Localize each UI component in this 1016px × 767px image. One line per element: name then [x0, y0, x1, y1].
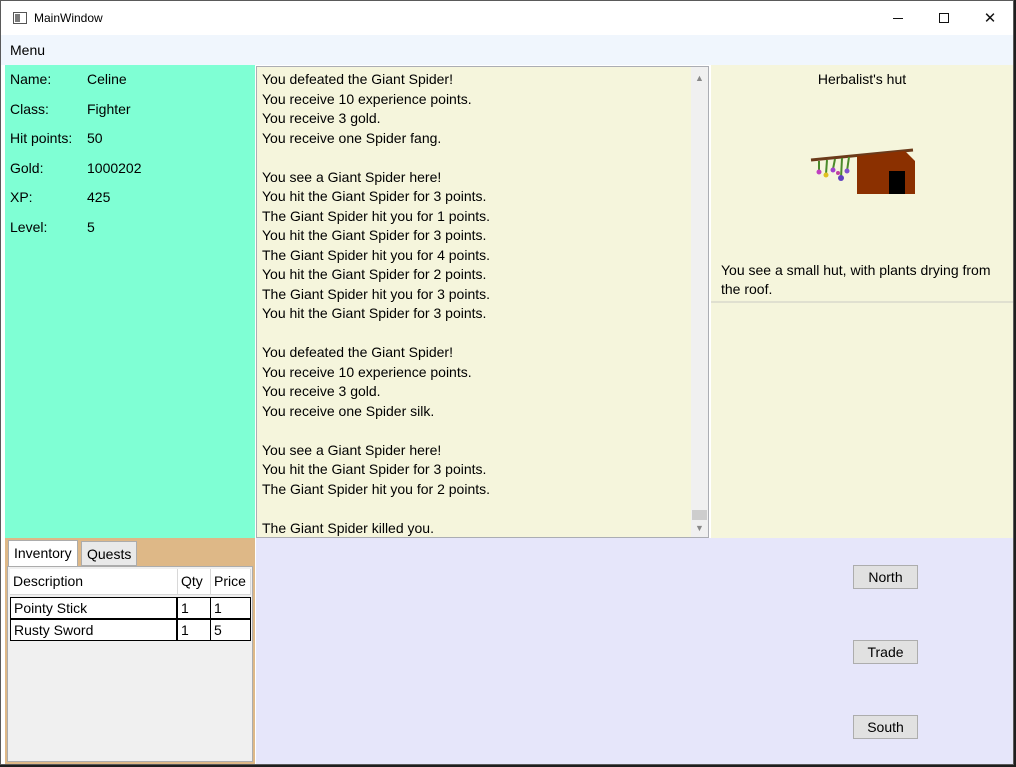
tab-quests[interactable]: Quests — [81, 541, 138, 566]
log-line: You hit the Giant Spider for 2 points. — [262, 266, 487, 282]
log-line: You hit the Giant Spider for 3 points. — [262, 227, 487, 243]
stat-label: XP: — [10, 189, 33, 205]
stat-value: 5 — [87, 219, 95, 235]
log-line: The Giant Spider hit you for 2 points. — [262, 480, 491, 497]
message-log-text: You defeated the Giant Spider! You receiv… — [262, 70, 692, 537]
cell-description[interactable]: Rusty Sword — [10, 619, 177, 641]
cell-price[interactable]: 5 — [210, 619, 251, 641]
log-line: You see a Giant Spider here! — [262, 441, 442, 458]
table-row[interactable]: Pointy Stick 1 1 — [10, 597, 251, 619]
title-bar[interactable]: MainWindow ✕ — [1, 1, 1013, 35]
stat-row-gold: Gold: 1000202 — [10, 160, 250, 180]
window-title: MainWindow — [34, 11, 103, 25]
stat-label: Name: — [10, 71, 52, 87]
minimize-icon — [893, 17, 903, 19]
menu-item-menu[interactable]: Menu — [10, 42, 45, 58]
hut-icon — [810, 148, 915, 194]
scroll-thumb[interactable] — [692, 510, 707, 520]
stat-value: Fighter — [87, 101, 131, 117]
inventory-quests-tabs: Inventory Quests Description Qty Price P… — [5, 538, 255, 764]
cell-qty[interactable]: 1 — [177, 619, 211, 641]
location-description: You see a small hut, with plants drying … — [721, 262, 991, 297]
column-header-price[interactable]: Price — [211, 569, 251, 595]
log-line: The Giant Spider hit you for 1 points. — [262, 207, 491, 224]
log-line: The Giant Spider hit you for 4 points. — [262, 246, 491, 263]
stat-row-xp: XP: 425 — [10, 189, 250, 209]
stat-label: Hit points: — [10, 130, 73, 146]
stat-value: 425 — [87, 189, 111, 205]
minimize-button[interactable] — [875, 1, 921, 35]
scroll-up-icon[interactable]: ▲ — [695, 73, 704, 83]
player-stats-panel: Name: Celine Class: Fighter Hit points: … — [5, 65, 255, 538]
actions-panel: North Trade South — [256, 538, 1013, 764]
main-window: MainWindow ✕ Menu Name: Celine Class: Fi… — [0, 0, 1014, 765]
stat-label: Level: — [10, 219, 48, 235]
log-line: You receive 3 gold. — [262, 383, 381, 399]
log-line: You receive one Spider fang. — [262, 129, 442, 146]
log-line: You hit the Giant Spider for 3 points. — [262, 305, 487, 321]
stat-label: Class: — [10, 101, 49, 117]
cell-description[interactable]: Pointy Stick — [10, 597, 177, 619]
stat-value: 1000202 — [87, 160, 142, 176]
location-divider — [711, 301, 1013, 303]
log-line: You receive 3 gold. — [262, 110, 381, 126]
inventory-panel: Description Qty Price Pointy Stick 1 1 R… — [7, 566, 253, 762]
log-line: You defeated the Giant Spider! — [262, 71, 453, 87]
close-icon: ✕ — [983, 10, 997, 27]
scroll-down-icon[interactable]: ▼ — [695, 523, 704, 533]
trade-button[interactable]: Trade — [853, 640, 918, 664]
maximize-button[interactable] — [921, 1, 967, 35]
stat-value: Celine — [87, 71, 127, 87]
log-line: You receive 10 experience points. — [262, 90, 472, 107]
menu-bar: Menu — [1, 35, 1013, 65]
tab-inventory[interactable]: Inventory — [8, 540, 78, 567]
column-header-description[interactable]: Description — [10, 569, 178, 595]
message-log[interactable]: You defeated the Giant Spider! You receiv… — [256, 66, 709, 538]
stat-row-class: Class: Fighter — [10, 101, 250, 121]
log-line: You receive one Spider silk. — [262, 402, 435, 419]
stat-row-level: Level: 5 — [10, 219, 250, 239]
log-line: You hit the Giant Spider for 3 points. — [262, 188, 487, 204]
close-button[interactable]: ✕ — [967, 1, 1013, 35]
column-header-qty[interactable]: Qty — [178, 569, 211, 595]
maximize-icon — [939, 13, 949, 23]
log-line: The Giant Spider killed you. — [262, 519, 434, 536]
stat-label: Gold: — [10, 160, 44, 176]
log-line: You see a Giant Spider here! — [262, 168, 442, 185]
south-button[interactable]: South — [853, 715, 918, 739]
log-line: You defeated the Giant Spider! — [262, 344, 453, 360]
cell-price[interactable]: 1 — [210, 597, 251, 619]
stat-row-name: Name: Celine — [10, 71, 250, 91]
table-row[interactable]: Rusty Sword 1 5 — [10, 619, 251, 641]
log-scrollbar[interactable]: ▲ ▼ — [691, 67, 708, 537]
cell-qty[interactable]: 1 — [177, 597, 211, 619]
table-header: Description Qty Price — [10, 569, 251, 595]
log-line: You receive 10 experience points. — [262, 363, 472, 380]
log-line: You hit the Giant Spider for 3 points. — [262, 461, 487, 477]
location-panel: Herbalist's hut You see a small hut, wit… — [711, 65, 1013, 538]
north-button[interactable]: North — [853, 565, 918, 589]
location-name: Herbalist's hut — [817, 71, 907, 87]
stat-value: 50 — [87, 130, 103, 146]
stat-row-hit-points: Hit points: 50 — [10, 130, 250, 150]
log-line: The Giant Spider hit you for 3 points. — [262, 285, 491, 302]
window-app-icon — [13, 12, 27, 24]
